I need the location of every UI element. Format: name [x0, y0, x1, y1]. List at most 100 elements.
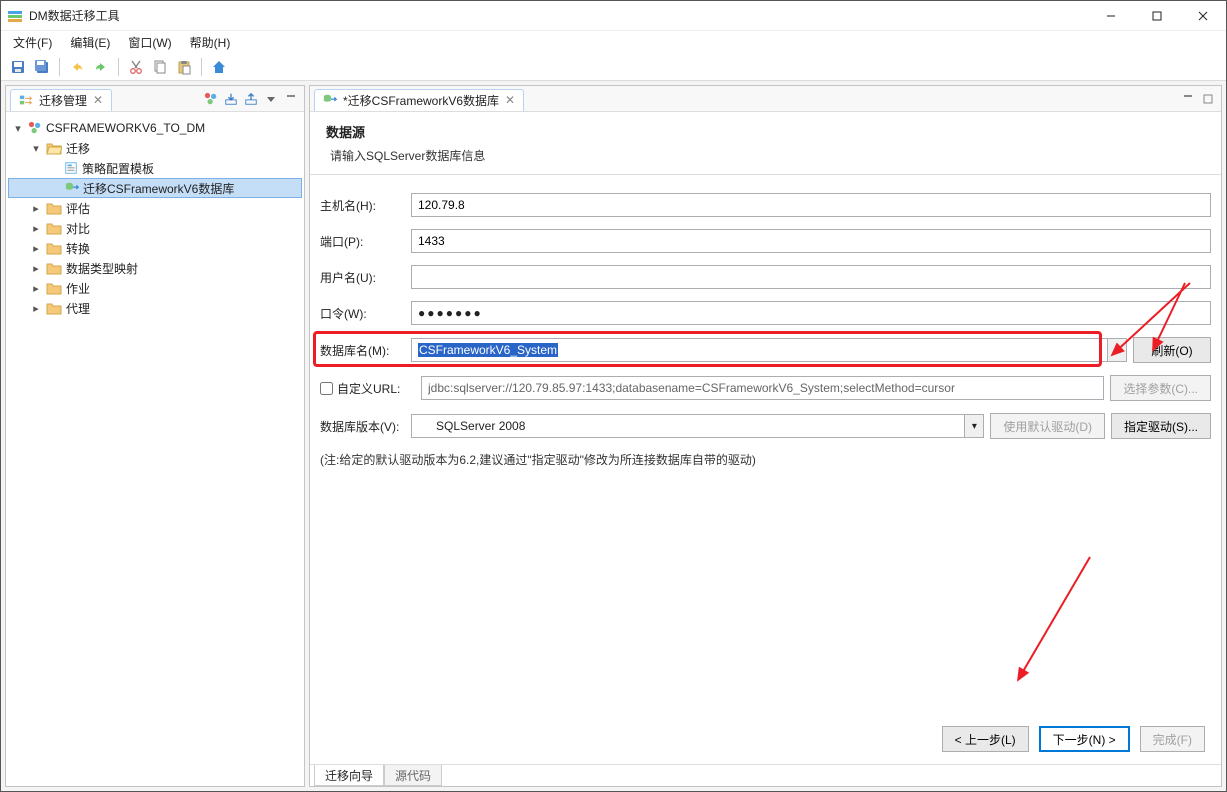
- custom-url-checkbox[interactable]: [320, 382, 333, 395]
- database-combo[interactable]: CSFrameworkV6_System: [411, 338, 1107, 362]
- view-menu-icon[interactable]: [262, 90, 280, 108]
- password-input[interactable]: ●●●●●●●: [411, 301, 1211, 325]
- next-button[interactable]: 下一步(N) >: [1039, 726, 1130, 752]
- editor-tab-title: *迁移CSFrameworkV6数据库: [343, 92, 499, 109]
- nav-tree[interactable]: ▾ CSFRAMEWORKV6_TO_DM ▾ 迁移 策略配置模板: [6, 112, 304, 786]
- collapse-icon[interactable]: ▾: [12, 122, 24, 135]
- tree-node-strategy[interactable]: 策略配置模板: [8, 158, 302, 178]
- tree-node-compare[interactable]: ▸ 对比: [8, 218, 302, 238]
- folder-icon: [46, 261, 62, 275]
- tree-node-proxy[interactable]: ▸ 代理: [8, 298, 302, 318]
- port-label: 端口(P):: [320, 233, 405, 250]
- dropdown-icon[interactable]: ▾: [964, 414, 984, 438]
- tree-node-evaluate[interactable]: ▸ 评估: [8, 198, 302, 218]
- maximize-button[interactable]: [1134, 1, 1180, 31]
- save-icon[interactable]: [7, 56, 29, 78]
- migrate-db-icon: [323, 93, 337, 107]
- close-tab-icon[interactable]: ✕: [505, 93, 515, 107]
- finish-button: 完成(F): [1140, 726, 1205, 752]
- migration-icon: [19, 93, 33, 107]
- folder-open-icon: [46, 141, 62, 155]
- tree-node-convert[interactable]: ▸ 转换: [8, 238, 302, 258]
- folder-icon: [46, 241, 62, 255]
- expand-icon[interactable]: ▸: [30, 282, 42, 295]
- tree-node-typemap[interactable]: ▸ 数据类型映射: [8, 258, 302, 278]
- tab-wizard[interactable]: 迁移向导: [314, 765, 384, 786]
- database-label: 数据库名(M):: [320, 342, 405, 359]
- titlebar: DM数据迁移工具: [1, 1, 1226, 31]
- specify-driver-button[interactable]: 指定驱动(S)...: [1111, 413, 1211, 439]
- custom-url-label: 自定义URL:: [337, 380, 400, 397]
- menu-help[interactable]: 帮助(H): [182, 32, 239, 53]
- menubar: 文件(F) 编辑(E) 窗口(W) 帮助(H): [1, 31, 1226, 53]
- redo-icon[interactable]: [90, 56, 112, 78]
- expand-icon[interactable]: ▸: [30, 302, 42, 315]
- menu-file[interactable]: 文件(F): [5, 32, 60, 53]
- save-all-icon[interactable]: [31, 56, 53, 78]
- db-version-label: 数据库版本(V):: [320, 418, 405, 435]
- default-driver-button: 使用默认驱动(D): [990, 413, 1105, 439]
- window-title: DM数据迁移工具: [29, 7, 1088, 24]
- copy-icon[interactable]: [149, 56, 171, 78]
- editor-tab[interactable]: *迁移CSFrameworkV6数据库 ✕: [314, 89, 524, 111]
- port-input[interactable]: [411, 229, 1211, 253]
- template-icon: [64, 161, 78, 175]
- expand-icon[interactable]: ▸: [30, 262, 42, 275]
- user-input[interactable]: [411, 265, 1211, 289]
- tree-node-migrate-db[interactable]: 迁移CSFrameworkV6数据库: [8, 178, 302, 198]
- paste-icon[interactable]: [173, 56, 195, 78]
- tree-node-job[interactable]: ▸ 作业: [8, 278, 302, 298]
- toolbar: [1, 53, 1226, 81]
- maximize-editor-icon[interactable]: [1199, 90, 1217, 108]
- left-pane: 迁移管理 ✕ ▾ CSFRAMEWORKV6_TO_DM: [5, 85, 305, 787]
- wizard-subtitle: 请输入SQLServer数据库信息: [326, 147, 1205, 164]
- folder-icon: [46, 281, 62, 295]
- password-label: 口令(W):: [320, 305, 405, 322]
- expand-icon[interactable]: ▸: [30, 202, 42, 215]
- undo-icon[interactable]: [66, 56, 88, 78]
- user-label: 用户名(U):: [320, 269, 405, 286]
- expand-icon[interactable]: ▸: [30, 222, 42, 235]
- tab-source[interactable]: 源代码: [384, 765, 442, 786]
- minimize-editor-icon[interactable]: [1179, 90, 1197, 108]
- collapse-icon[interactable]: ▾: [30, 142, 42, 155]
- bottom-tabs: 迁移向导 源代码: [310, 764, 1221, 786]
- driver-note: (注:给定的默认驱动版本为6.2,建议通过"指定驱动"修改为所连接数据库自带的驱…: [320, 451, 1211, 468]
- expand-icon[interactable]: ▸: [30, 242, 42, 255]
- cluster-icon: [28, 121, 42, 135]
- left-tab-title: 迁移管理: [39, 92, 87, 109]
- left-pane-tab[interactable]: 迁移管理 ✕: [10, 89, 112, 111]
- minimize-button[interactable]: [1088, 1, 1134, 31]
- right-pane: *迁移CSFrameworkV6数据库 ✕ 数据源 请输入SQLServer数据…: [309, 85, 1222, 787]
- wizard-header: 数据源 请输入SQLServer数据库信息: [310, 112, 1221, 175]
- dropdown-icon[interactable]: ▾: [1107, 338, 1127, 362]
- cut-icon[interactable]: [125, 56, 147, 78]
- home-icon[interactable]: [208, 56, 230, 78]
- folder-icon: [46, 201, 62, 215]
- export-icon[interactable]: [242, 90, 260, 108]
- menu-edit[interactable]: 编辑(E): [62, 32, 118, 53]
- refresh-button[interactable]: 刷新(O): [1133, 337, 1211, 363]
- host-input[interactable]: [411, 193, 1211, 217]
- menu-window[interactable]: 窗口(W): [120, 32, 179, 53]
- url-input: [421, 376, 1104, 400]
- host-label: 主机名(H):: [320, 197, 405, 214]
- db-version-combo[interactable]: SQLServer 2008: [411, 414, 964, 438]
- tree-node-migrate[interactable]: ▾ 迁移: [8, 138, 302, 158]
- wizard-footer: < 上一步(L) 下一步(N) > 完成(F): [310, 716, 1221, 764]
- minimize-view-icon[interactable]: [282, 90, 300, 108]
- body: 迁移管理 ✕ ▾ CSFRAMEWORKV6_TO_DM: [1, 81, 1226, 791]
- separator: [118, 58, 119, 76]
- separator: [201, 58, 202, 76]
- prev-button[interactable]: < 上一步(L): [942, 726, 1029, 752]
- cluster-icon[interactable]: [202, 90, 220, 108]
- tree-root[interactable]: ▾ CSFRAMEWORKV6_TO_DM: [8, 118, 302, 138]
- close-button[interactable]: [1180, 1, 1226, 31]
- select-params-button: 选择参数(C)...: [1110, 375, 1211, 401]
- migrate-db-icon: [65, 181, 79, 195]
- import-icon[interactable]: [222, 90, 240, 108]
- folder-icon: [46, 301, 62, 315]
- form: 主机名(H): 端口(P): 用户名(U): 口令(W): ●●●●●●●: [310, 175, 1221, 474]
- wizard-title: 数据源: [326, 122, 1205, 141]
- close-tab-icon[interactable]: ✕: [93, 93, 103, 107]
